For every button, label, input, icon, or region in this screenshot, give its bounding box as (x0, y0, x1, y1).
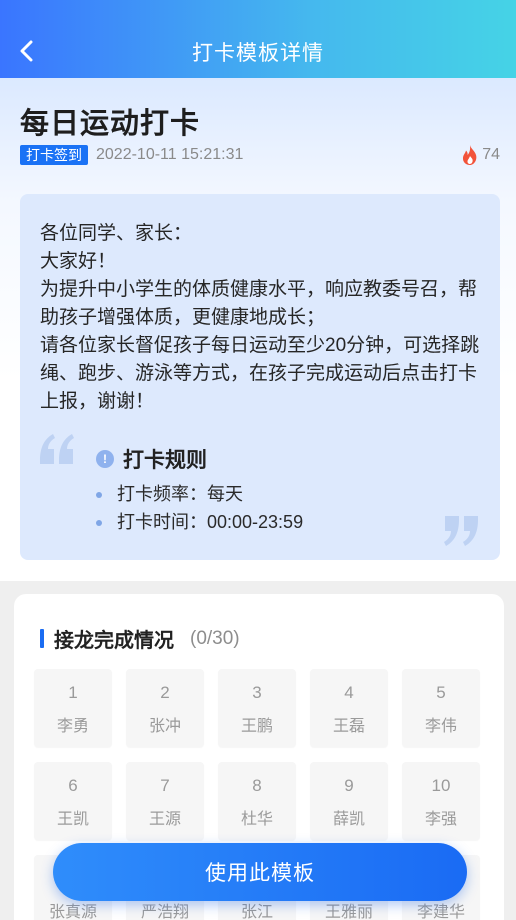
member-cell: 8 杜华 (218, 762, 296, 840)
member-number: 10 (431, 776, 451, 795)
notice-line: 请各位家长督促孩子每日运动至少20分钟，可选择跳绳、跑步、游泳等方式，在孩子完成… (40, 335, 480, 412)
member-name: 张冲 (148, 718, 181, 735)
template-intro: 每日运动打卡 打卡签到 2022-10-11 15:21:31 74 各位同学、… (0, 78, 516, 581)
member-number: 3 (252, 683, 262, 702)
member-number: 1 (68, 683, 78, 702)
member-name: 李强 (424, 811, 457, 828)
member-name: 王雅丽 (324, 904, 373, 920)
post-meta: 打卡签到 2022-10-11 15:21:31 74 (20, 144, 500, 166)
info-icon: ! (96, 450, 114, 468)
member-name: 李勇 (56, 718, 89, 735)
view-count: 74 (461, 144, 500, 166)
member-number: 6 (68, 776, 78, 795)
completion-title: 接龙完成情况 (54, 630, 174, 652)
completion-header: 接龙完成情况 (0/30) (40, 624, 240, 653)
member-name: 张真源 (48, 904, 97, 920)
rules-title: 打卡规则 (123, 449, 207, 472)
member-number: 7 (160, 776, 170, 795)
member-cell: 7 王源 (126, 762, 204, 840)
navigation-bar: 打卡模板详情 (0, 0, 516, 78)
member-number: 9 (344, 776, 354, 795)
member-cell: 6 王凯 (34, 762, 112, 840)
member-number: 5 (436, 683, 446, 702)
notice-card: 各位同学、家长： 大家好！ 为提升中小学生的体质健康水平，响应教委号召，帮助孩子… (20, 194, 500, 560)
notice-line: 大家好！ (40, 251, 117, 272)
member-name: 王凯 (56, 811, 89, 828)
notice-line: 为提升中小学生的体质健康水平，响应教委号召，帮助孩子增强体质，更健康地成长； (40, 279, 478, 328)
member-name: 李建华 (416, 904, 465, 920)
rules-header: ! 打卡规则 (96, 444, 207, 474)
member-name: 王磊 (332, 718, 365, 735)
close-quote-icon (444, 516, 478, 546)
member-cell: 3 王鹏 (218, 669, 296, 747)
member-name: 王源 (148, 811, 181, 828)
member-name: 杜华 (240, 811, 273, 828)
post-title: 每日运动打卡 (20, 108, 201, 140)
member-cell: 5 李伟 (402, 669, 480, 747)
member-cell: 1 李勇 (34, 669, 112, 747)
member-name: 李伟 (424, 718, 457, 735)
member-cell: 9 薛凯 (310, 762, 388, 840)
rule-item: 打卡频率：每天 (96, 480, 303, 508)
section-marker (40, 629, 44, 648)
fire-icon (463, 145, 477, 165)
member-number: 4 (344, 683, 354, 702)
view-count-value: 74 (482, 146, 500, 163)
page-title: 打卡模板详情 (192, 42, 324, 65)
member-name: 严浩翔 (140, 904, 189, 920)
notice-body: 各位同学、家长： 大家好！ 为提升中小学生的体质健康水平，响应教委号召，帮助孩子… (40, 220, 486, 416)
member-name: 张江 (240, 904, 273, 920)
use-template-button[interactable]: 使用此模板 (53, 843, 467, 901)
member-cell: 2 张冲 (126, 669, 204, 747)
member-cell: 10 李强 (402, 762, 480, 840)
member-name: 薛凯 (332, 811, 365, 828)
rules-list: 打卡频率：每天 打卡时间：00:00-23:59 (96, 480, 303, 536)
member-name: 王鹏 (240, 718, 273, 735)
completion-count: (0/30) (190, 627, 240, 649)
notice-line: 各位同学、家长： (40, 223, 193, 244)
member-cell: 4 王磊 (310, 669, 388, 747)
rule-item: 打卡时间：00:00-23:59 (96, 508, 303, 536)
category-tag: 打卡签到 (20, 145, 88, 165)
member-number: 8 (252, 776, 262, 795)
post-datetime: 2022-10-11 15:21:31 (96, 146, 244, 163)
open-quote-icon (40, 434, 74, 464)
member-number: 2 (160, 683, 170, 702)
